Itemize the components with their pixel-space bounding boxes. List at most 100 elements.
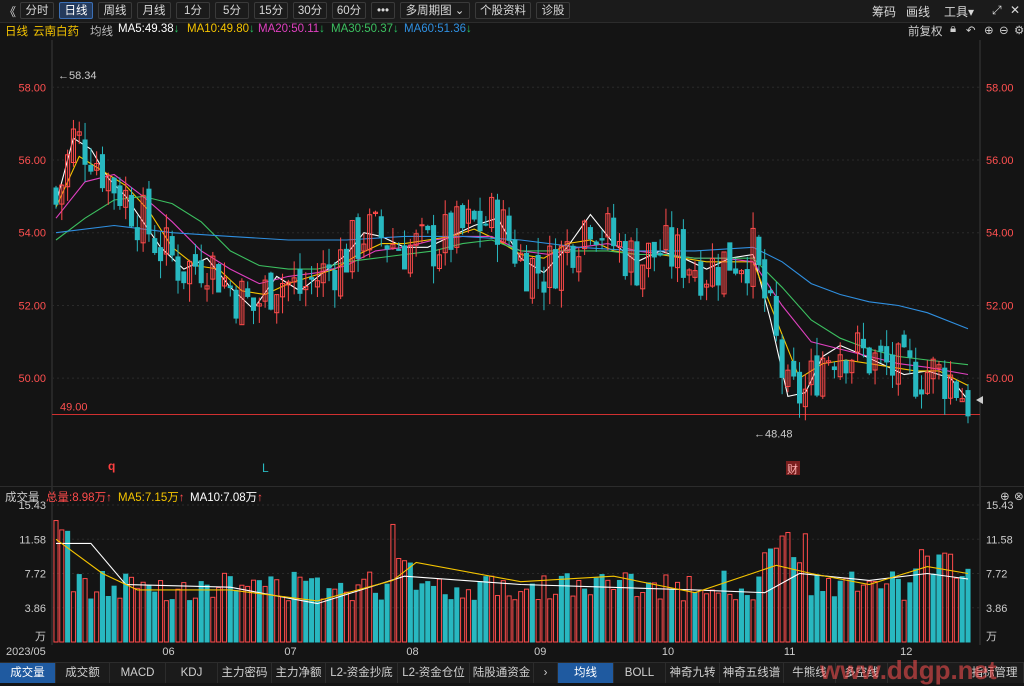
- high-annotation: ←58.34: [58, 70, 97, 82]
- volume-bar: [872, 580, 878, 643]
- indicator-type[interactable]: 均线: [90, 23, 113, 39]
- volume-unit-left: 万: [35, 631, 46, 643]
- chips-button[interactable]: 筹码: [872, 3, 896, 20]
- candle-body: [878, 345, 884, 352]
- more-button[interactable]: •••: [371, 2, 395, 19]
- candle-body: [913, 361, 919, 397]
- multi-period-button[interactable]: 多周期图 ⌄: [400, 2, 470, 19]
- candle-body: [802, 388, 808, 408]
- zoom-out-icon[interactable]: ⊖: [999, 23, 1009, 37]
- price-volume-chart[interactable]: 58.00 58.00 56.00 56.00 54.00 54.00 52.00 52.00…: [0, 0, 1024, 682]
- volume-bar: [564, 573, 570, 643]
- volume-bar: [506, 595, 512, 643]
- volume-title: 成交量: [5, 492, 40, 504]
- candle-body: [448, 212, 454, 250]
- expand-icon[interactable]: ⤢: [992, 3, 1002, 18]
- back-icon[interactable]: 《: [4, 3, 16, 20]
- volume-legend: 成交量 总量:8.98万↑ MA5:7.15万↑ MA10:7.08万↑ ⊕ ⊗: [0, 486, 1024, 504]
- volume-bar: [76, 574, 82, 643]
- candle-body: [210, 255, 216, 280]
- candle-body: [855, 332, 861, 353]
- candle-body: [570, 245, 576, 268]
- vol-ma10: MA10:7.08万↑: [190, 492, 263, 504]
- volume-bar: [680, 600, 686, 643]
- candle-body: [645, 242, 652, 269]
- candle-body: [94, 162, 100, 171]
- close-pane-icon[interactable]: ⊗: [1014, 489, 1024, 503]
- candle-body: [762, 259, 768, 299]
- tools-button[interactable]: 工具▾: [944, 3, 974, 20]
- adjust-button[interactable]: 前复权: [908, 23, 943, 39]
- tab-amount[interactable]: 成交额: [56, 663, 110, 683]
- volume-bar: [709, 589, 715, 643]
- volume-bar: [762, 552, 768, 643]
- tab-nine-turn[interactable]: 神奇九转: [666, 663, 720, 683]
- tab-daily[interactable]: 日线: [59, 2, 93, 19]
- zoom-in-icon[interactable]: ⊕: [984, 23, 994, 37]
- volume-bar: [512, 599, 518, 643]
- ma5-line: [55, 137, 969, 401]
- tab-kdj[interactable]: KDJ: [166, 663, 218, 683]
- tab-fenshi[interactable]: 分时: [20, 2, 54, 19]
- next-arrow-icon[interactable]: ›: [534, 663, 558, 683]
- tab-five-line[interactable]: 神奇五线谱: [720, 663, 784, 683]
- toolbar: 《 分时 日线 周线 月线 1分 5分 15分 30分 60分 ••• 多周期图…: [0, 0, 1024, 23]
- volume-bar: [814, 574, 820, 643]
- tab-1min[interactable]: 1分: [176, 2, 210, 19]
- candle-body: [680, 229, 686, 278]
- settings-icon[interactable]: ⚙: [1014, 23, 1024, 37]
- volume-bar: [785, 532, 791, 643]
- candle-body: [826, 360, 832, 364]
- candle-body: [163, 227, 169, 255]
- close-icon[interactable]: ✕: [1010, 3, 1020, 17]
- candle-body: [390, 243, 396, 249]
- candle-body: [849, 359, 855, 374]
- volume-bar: [860, 584, 866, 643]
- price-tick-left: 52.00: [18, 300, 46, 312]
- volume-bar: [239, 584, 245, 643]
- candle-body: [767, 290, 774, 294]
- tab-volume[interactable]: 成交量: [0, 663, 56, 683]
- diagnose-button[interactable]: 诊股: [536, 2, 570, 19]
- volume-bar: [889, 571, 896, 643]
- tab-macd[interactable]: MACD: [110, 663, 166, 683]
- tab-main-net[interactable]: 主力净额: [272, 663, 326, 683]
- volume-bar: [465, 589, 471, 643]
- candle-body: [117, 185, 123, 207]
- volume-bar: [169, 599, 175, 643]
- volume-bar: [831, 596, 837, 643]
- tab-ma[interactable]: 均线: [558, 663, 614, 683]
- volume-bar: [332, 588, 338, 643]
- tab-30min[interactable]: 30分: [293, 2, 327, 19]
- candle-body: [378, 216, 384, 238]
- candle-body: [808, 360, 814, 386]
- candle-body: [489, 196, 495, 229]
- volume-bar: [576, 579, 582, 643]
- volume-bar: [715, 592, 721, 643]
- tab-l2-bottom[interactable]: L2-资金抄底: [326, 663, 398, 683]
- tab-l2-position[interactable]: L2-资金仓位: [398, 663, 470, 683]
- tab-60min[interactable]: 60分: [332, 2, 366, 19]
- volume-bar: [111, 585, 117, 643]
- add-icon[interactable]: ⊕: [1000, 489, 1010, 503]
- tab-15min[interactable]: 15分: [254, 2, 288, 19]
- volume-bar: [187, 600, 193, 643]
- volume-bar: [454, 587, 460, 643]
- candle-body: [616, 240, 623, 248]
- candle-body: [192, 254, 198, 267]
- volume-bar: [942, 552, 948, 643]
- undo-icon[interactable]: ↶: [966, 23, 976, 37]
- tab-weekly[interactable]: 周线: [98, 2, 132, 19]
- draw-button[interactable]: 画线: [906, 3, 930, 20]
- tab-hk-connect[interactable]: 陆股通资金: [470, 663, 534, 683]
- tab-main-code[interactable]: 主力密码: [218, 663, 272, 683]
- ma60-line: [55, 224, 969, 330]
- candle-body: [628, 240, 634, 273]
- lock-icon[interactable]: 🔒︎: [950, 23, 956, 36]
- tab-boll[interactable]: BOLL: [614, 663, 666, 683]
- tab-monthly[interactable]: 月线: [137, 2, 171, 19]
- tab-5min[interactable]: 5分: [215, 2, 249, 19]
- stock-info-button[interactable]: 个股资料: [475, 2, 531, 19]
- volume-bar: [146, 585, 152, 643]
- ma30-label: MA30:50.37↓: [331, 23, 399, 35]
